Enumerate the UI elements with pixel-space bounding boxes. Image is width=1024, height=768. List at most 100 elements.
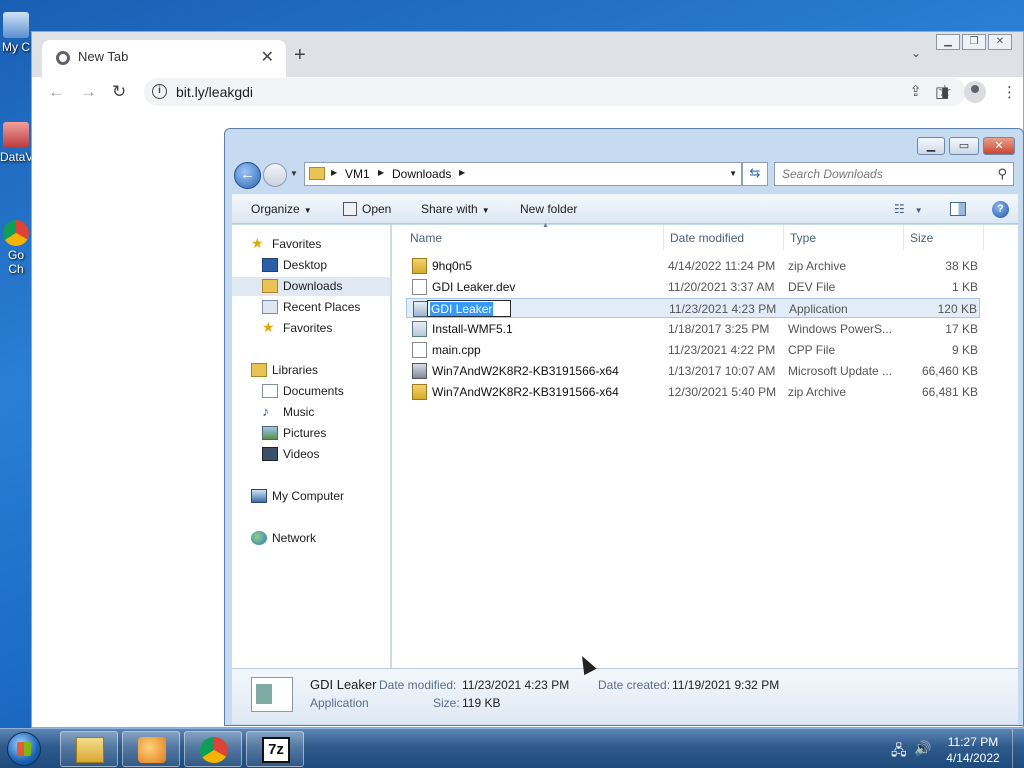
file-row[interactable]: main.cpp 11/23/2021 4:22 PM CPP File 9 K… xyxy=(406,340,980,360)
file-size: 9 KB xyxy=(951,343,978,357)
file-icon xyxy=(412,342,427,358)
desktop-icon-google-chrome[interactable]: Go Ch xyxy=(0,220,32,276)
taskbar-media-player-button[interactable] xyxy=(122,731,180,767)
close-tab-icon[interactable]: ✕ xyxy=(261,47,274,67)
chevron-right-icon[interactable]: ▶ xyxy=(331,168,337,177)
nav-item-favorites-link[interactable]: ★ Favorites xyxy=(232,319,390,338)
minimize-button[interactable]: ▁ xyxy=(917,137,945,155)
refresh-button[interactable]: ⇆ xyxy=(742,162,768,186)
change-view-icon[interactable]: ☷ ▼ xyxy=(894,202,923,216)
network-icon xyxy=(251,531,267,545)
reload-icon[interactable]: ↻ xyxy=(112,82,126,102)
nav-item-favorites[interactable]: ★ Favorites xyxy=(232,235,390,254)
column-header-date[interactable]: Date modified xyxy=(664,225,784,250)
app-shortcut-icon xyxy=(3,122,29,148)
nav-item-downloads[interactable]: Downloads xyxy=(232,277,390,296)
command-bar: Organize ▼ Open Share with ▼ New folder ☷ ▼… xyxy=(232,194,1018,224)
breadcrumb-segment[interactable]: Downloads xyxy=(392,167,451,181)
file-type: Microsoft Update ... xyxy=(788,364,893,378)
chevron-down-icon: ▼ xyxy=(914,206,923,215)
file-row[interactable]: Install-WMF5.1 1/18/2017 3:25 PM Windows… xyxy=(406,319,980,339)
tab-search-chevron-icon[interactable]: ⌄ xyxy=(911,46,921,60)
new-tab-button[interactable]: + xyxy=(294,44,306,67)
address-bar[interactable]: i bit.ly/leakgdi ⇪ ☆ xyxy=(144,78,966,106)
nav-item-pictures[interactable]: Pictures xyxy=(232,424,390,443)
nav-item-network[interactable]: Network xyxy=(232,529,390,548)
volume-icon[interactable]: 🔊 xyxy=(914,740,931,757)
share-icon[interactable]: ⇪ xyxy=(909,82,922,100)
nav-item-documents[interactable]: Documents xyxy=(232,382,390,401)
folder-icon xyxy=(309,167,325,180)
chevron-down-icon[interactable]: ▼ xyxy=(729,169,737,178)
chevron-right-icon[interactable]: ▶ xyxy=(459,168,465,177)
forward-icon[interactable]: → xyxy=(80,82,97,102)
tab-new-tab[interactable]: New Tab ✕ xyxy=(42,40,286,77)
site-info-icon[interactable]: i xyxy=(152,84,167,99)
system-clock[interactable]: 11:27 PM 4/14/2022 xyxy=(944,734,1002,766)
file-row[interactable]: 9hq0n5 4/14/2022 11:24 PM zip Archive 38… xyxy=(406,256,980,276)
nav-item-libraries[interactable]: Libraries xyxy=(232,361,390,380)
chevron-down-icon: ▼ xyxy=(303,206,312,215)
zip-archive-icon xyxy=(412,258,427,274)
breadcrumb-segment[interactable]: VM1 xyxy=(345,167,370,181)
side-panel-icon[interactable]: ◨ xyxy=(935,83,949,101)
organize-button[interactable]: Organize ▼ xyxy=(251,202,312,216)
file-row[interactable]: GDI Leaker.dev 11/20/2021 3:37 AM DEV Fi… xyxy=(406,277,980,297)
details-file-name: GDI Leaker xyxy=(310,677,377,692)
search-icon[interactable]: ⚲ xyxy=(997,166,1007,182)
desktop-icon-datav[interactable]: DataV xyxy=(0,122,33,164)
taskbar-7zip-button[interactable]: 7z xyxy=(246,731,304,767)
sort-ascending-icon: ▲ xyxy=(542,222,549,229)
restore-button[interactable]: ❐ xyxy=(962,34,986,50)
file-row[interactable]: Win7AndW2K8R2-KB3191566-x64 12/30/2021 5… xyxy=(406,382,980,402)
breadcrumb[interactable]: ▶ VM1 ▶ Downloads ▶ ▼ xyxy=(304,162,742,186)
file-type: DEV File xyxy=(788,280,836,294)
preview-pane-icon[interactable] xyxy=(950,202,966,216)
new-folder-button[interactable]: New folder xyxy=(520,202,577,216)
file-date: 12/30/2021 5:40 PM xyxy=(668,385,777,399)
column-label: Type xyxy=(790,231,817,245)
nav-item-music[interactable]: ♪ Music xyxy=(232,403,390,422)
close-window-button[interactable]: ✕ xyxy=(988,34,1012,50)
back-button[interactable]: ← xyxy=(234,162,261,189)
nav-item-desktop[interactable]: Desktop xyxy=(232,256,390,275)
chevron-right-icon[interactable]: ▶ xyxy=(378,168,384,177)
maximize-button[interactable]: ▭ xyxy=(949,137,979,155)
libraries-icon xyxy=(251,363,267,377)
file-date: 11/23/2021 4:23 PM xyxy=(669,302,777,316)
search-input[interactable]: Search Downloads ⚲ xyxy=(774,162,1014,186)
taskbar-chrome-button[interactable] xyxy=(184,731,242,767)
help-icon[interactable]: ? xyxy=(992,201,1009,218)
menu-icon[interactable]: ⋮ xyxy=(1002,83,1017,101)
file-size: 66,481 KB xyxy=(921,385,978,399)
profile-avatar-icon[interactable] xyxy=(964,81,986,103)
column-header-size[interactable]: Size xyxy=(904,225,984,250)
start-button[interactable] xyxy=(7,732,41,766)
column-header-name[interactable]: ▲ Name xyxy=(406,222,664,250)
show-desktop-button[interactable] xyxy=(1012,729,1024,768)
nav-item-recent-places[interactable]: Recent Places xyxy=(232,298,390,317)
nav-item-videos[interactable]: Videos xyxy=(232,445,390,464)
file-row-selected[interactable]: GDI Leaker 11/23/2021 4:23 PM Applicatio… xyxy=(406,298,980,318)
desktop-icon-label: My C xyxy=(2,40,30,54)
share-with-button[interactable]: Share with ▼ xyxy=(421,202,490,216)
close-window-button[interactable]: ✕ xyxy=(983,137,1015,155)
file-size: 1 KB xyxy=(951,280,978,294)
open-button[interactable]: Open xyxy=(362,202,391,216)
desktop-icon xyxy=(262,258,278,272)
back-icon[interactable]: ← xyxy=(48,82,65,102)
forward-button[interactable] xyxy=(263,163,287,187)
documents-icon xyxy=(262,384,278,398)
minimize-button[interactable]: ▁ xyxy=(936,34,960,50)
taskbar-explorer-button[interactable] xyxy=(60,731,118,767)
column-header-type[interactable]: Type xyxy=(784,225,904,250)
rename-input[interactable]: GDI Leaker xyxy=(427,300,511,317)
network-tray-icon[interactable]: 🖧 xyxy=(891,740,907,764)
file-type: Application xyxy=(789,302,848,316)
file-row[interactable]: Win7AndW2K8R2-KB3191566-x64 1/13/2017 10… xyxy=(406,361,980,381)
history-dropdown-icon[interactable]: ▼ xyxy=(290,169,298,178)
desktop-icon-my-computer[interactable]: My C xyxy=(0,12,32,54)
nav-item-my-computer[interactable]: My Computer xyxy=(232,487,390,506)
desktop-icon-label: Go Ch xyxy=(7,248,24,276)
clock-date: 4/14/2022 xyxy=(946,751,1000,765)
